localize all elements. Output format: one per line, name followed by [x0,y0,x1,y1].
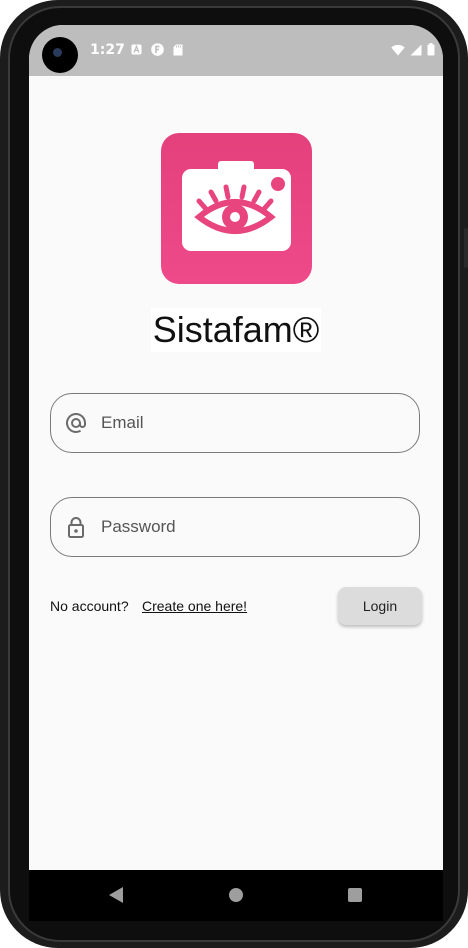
password-field[interactable]: Password [50,497,420,557]
no-account-label: No account? [50,598,129,614]
camera-lens [53,48,62,57]
status-bar: 1:27 [29,25,443,76]
phone-frame: 1:27 Sistafam® Email Password No account… [0,0,468,948]
front-camera [42,37,78,73]
navigation-bar [29,870,443,921]
status-time: 1:27 [90,42,125,58]
app-title: Sistafam® [151,308,321,352]
app-logo [161,133,312,284]
at-sign-icon [66,413,86,433]
back-icon[interactable] [109,887,123,903]
signal-icon [410,44,422,55]
password-placeholder: Password [101,517,176,536]
side-button [464,228,468,268]
recents-icon[interactable] [348,888,362,902]
camera-eye-icon [182,161,291,251]
sd-card-icon [173,44,183,55]
create-account-link[interactable]: Create one here! [142,598,247,614]
wifi-icon [391,44,405,55]
email-field[interactable]: Email [50,393,420,453]
email-placeholder: Email [101,413,144,432]
home-icon[interactable] [229,888,243,902]
system-icons [391,43,435,56]
notification-icons [131,43,183,56]
login-button[interactable]: Login [338,587,422,625]
f-icon [151,43,164,56]
login-screen: Sistafam® Email Password No account? Cre… [29,76,443,870]
battery-icon [427,43,435,56]
phone-screen: 1:27 Sistafam® Email Password No account… [29,25,443,921]
a-icon [131,44,142,55]
lock-icon [68,517,84,538]
